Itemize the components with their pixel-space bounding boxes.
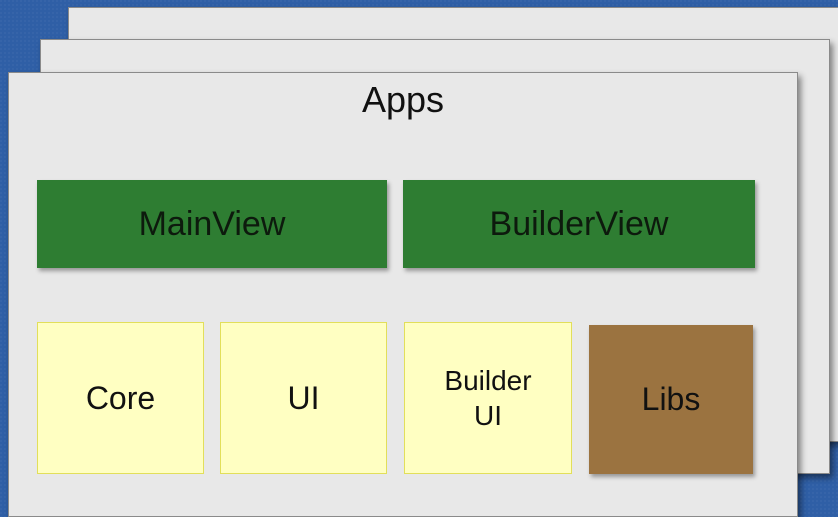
builder-ui-label-line1: Builder: [444, 365, 532, 396]
core-module-box: Core: [37, 322, 204, 474]
mainview-box: MainView: [37, 180, 387, 268]
builder-ui-module-box: Builder UI: [404, 322, 572, 474]
libs-module-box: Libs: [589, 325, 753, 474]
apps-title: Apps: [361, 79, 445, 120]
ui-module-box: UI: [220, 322, 387, 474]
builder-ui-label-line2: UI: [473, 400, 502, 431]
builderview-box: BuilderView: [403, 180, 755, 268]
